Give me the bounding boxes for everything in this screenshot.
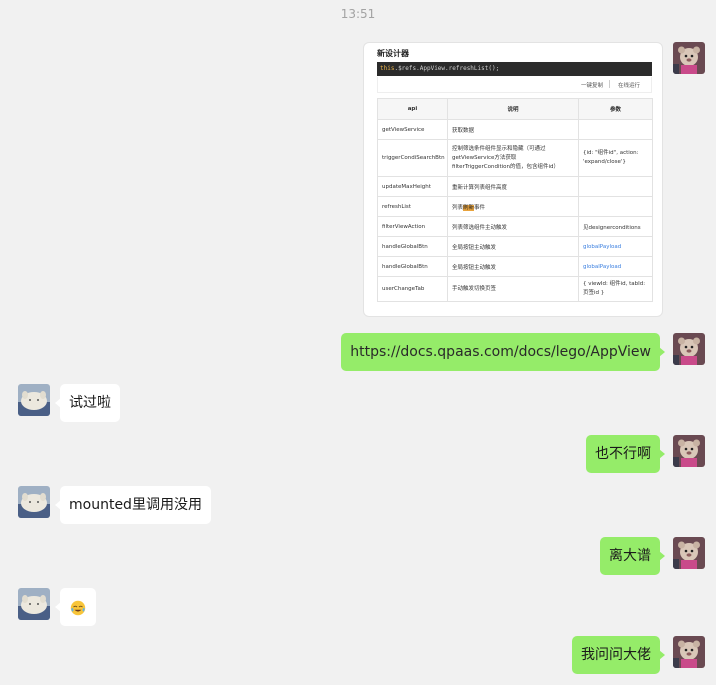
table-row: updateMaxHeight 重新计算列表组件高度 [377,176,653,197]
bear-avatar-icon [673,537,705,569]
my-avatar[interactable] [673,636,705,668]
text-message[interactable]: mounted里调用没用 [55,486,211,524]
animal-avatar-icon [18,486,50,518]
text-message[interactable]: 试过啦 [55,384,120,422]
bear-avatar-icon [673,42,705,74]
action-divider [609,80,610,88]
desc-cell: 重新计算列表组件高度 [447,176,579,197]
desc-cell: 列表筛选组件主动触发 [447,216,579,237]
api-cell: userChangeTab [377,276,448,302]
api-cell: filterViewAction [377,216,448,237]
run-online-action: 在线运行 [617,83,640,89]
face-with-tears-emoji-icon [70,600,86,616]
desc-text: 列表 [452,204,464,211]
animal-avatar-icon [18,588,50,620]
emoji-message[interactable] [55,588,96,626]
search-highlight: 刷新 [463,204,475,211]
copy-action: 一键复制 [580,83,603,89]
param-cell [578,176,653,197]
api-cell: handleGlobalBtn [377,236,448,257]
api-cell: getViewService [377,119,448,140]
table-row: filterViewAction 列表筛选组件主动触发 见designercon… [377,216,653,237]
desc-cell: 控制筛选条件组件显示和隐藏（可通过getViewService方法获取filte… [447,139,579,177]
table-row: triggerCondiSearchBtn 控制筛选条件组件显示和隐藏（可通过g… [377,139,653,177]
bear-avatar-icon [673,636,705,668]
desc-cell: 列表刷新事件 [447,196,579,217]
text-message[interactable]: 离大谱 [600,537,665,575]
column-header: api [377,98,448,120]
table-row: getViewService 获取数据 [377,119,653,140]
doc-title: 新设计器 [377,49,409,58]
param-cell [578,119,653,140]
bear-avatar-icon [673,333,705,365]
param-cell [578,196,653,217]
table-row: refreshList 列表刷新事件 [377,196,653,217]
text-message[interactable]: 我问问大佬 [572,636,665,674]
column-header: 说明 [447,98,579,120]
my-avatar[interactable] [673,42,705,74]
contact-avatar[interactable] [18,588,50,620]
param-cell: { viewId: 组件id, tabId: 页签id } [578,276,653,302]
table-row: handleGlobalBtn 全局按钮主动触发 globalPayload [377,236,653,257]
contact-avatar[interactable] [18,384,50,416]
my-avatar[interactable] [673,333,705,365]
desc-text: 事件 [474,204,486,211]
link-message[interactable]: https://docs.qpaas.com/docs/lego/AppView [341,333,665,371]
param-cell: 见designerconditions [578,216,653,237]
api-cell: handleGlobalBtn [377,256,448,277]
text-message[interactable]: 也不行啊 [586,435,665,473]
api-table: api 说明 参数 getViewService 获取数据 triggerCon… [377,98,653,302]
api-cell: updateMaxHeight [377,176,448,197]
api-cell: refreshList [377,196,448,217]
table-header-row: api 说明 参数 [377,98,653,120]
table-row: userChangeTab 手动触发切换页签 { viewId: 组件id, t… [377,276,653,302]
desc-cell: 获取数据 [447,119,579,140]
table-row: handleGlobalBtn 全局按钮主动触发 globalPayload [377,256,653,277]
desc-cell: 手动触发切换页签 [447,276,579,302]
code-rest: .$refs.AppView.refreshList(); [394,65,500,72]
param-link: globalPayload [578,236,653,257]
code-keyword: this [380,65,395,72]
animal-avatar-icon [18,384,50,416]
param-cell: {id: "组件id", action: 'expand/close'} [578,139,653,177]
my-avatar[interactable] [673,435,705,467]
api-cell: triggerCondiSearchBtn [377,139,448,177]
code-snippet: this.$refs.AppView.refreshList(); [377,62,652,76]
bear-avatar-icon [673,435,705,467]
contact-avatar[interactable] [18,486,50,518]
image-message[interactable]: 新设计器 this.$refs.AppView.refreshList(); 一… [363,42,663,317]
timestamp: 13:51 [340,7,376,21]
code-actions: 一键复制 在线运行 [377,77,652,93]
column-header: 参数 [578,98,653,120]
desc-cell: 全局按钮主动触发 [447,236,579,257]
desc-cell: 全局按钮主动触发 [447,256,579,277]
param-link: globalPayload [578,256,653,277]
my-avatar[interactable] [673,537,705,569]
